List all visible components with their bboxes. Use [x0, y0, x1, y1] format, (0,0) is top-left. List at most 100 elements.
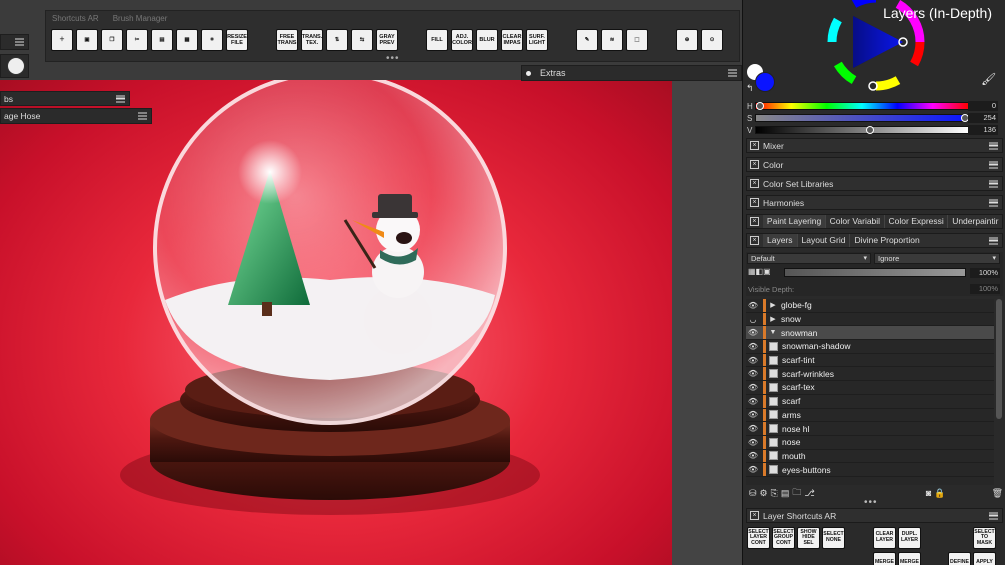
close-icon[interactable]: × [750, 141, 759, 150]
composite-select[interactable]: Ignore ▾ [874, 253, 1000, 264]
canvas-area[interactable]: Shortcuts AR Brush Manager ＋ ▣ ❐ ✂ ▤ ▦ ⌗… [0, 0, 742, 565]
tab-paint-layering[interactable]: Paint Layering [762, 215, 825, 228]
save-button[interactable]: ▣ [76, 29, 98, 51]
surf-light-button[interactable]: SURF. LIGHT [526, 29, 548, 51]
folder-icon[interactable]: 🗀 [792, 485, 801, 501]
new-group-icon[interactable]: ▤ [781, 488, 790, 499]
value-knob[interactable] [866, 126, 874, 134]
new-document-button[interactable]: ＋ [51, 29, 73, 51]
free-trans-button[interactable]: FREE TRANS [276, 29, 298, 51]
select-layer-cont-button[interactable]: SELECT LAYER CONT [747, 527, 770, 549]
new-layer-icon[interactable]: ⛁ [749, 488, 757, 499]
layer-row[interactable]: 👁 scarf-tex [746, 381, 994, 395]
hue-value[interactable]: 0 [968, 101, 998, 111]
menu-icon[interactable] [989, 161, 998, 168]
layer-row[interactable]: 👁 nose hl [746, 422, 994, 436]
menu-icon[interactable] [989, 237, 998, 244]
clear-layer-button[interactable]: CLEAR LAYER [873, 527, 896, 549]
merge-button[interactable]: MERGE [873, 552, 896, 565]
value-track[interactable] [755, 126, 969, 134]
flip-button[interactable]: ⇅ [326, 29, 348, 51]
close-icon[interactable]: × [750, 236, 759, 245]
menu-icon[interactable] [728, 69, 737, 77]
tab-shortcuts-ar[interactable]: Shortcuts AR [52, 14, 99, 23]
tab-divine-proportion[interactable]: Divine Proportion [849, 234, 923, 247]
dropper-icon[interactable]: 🖌 [981, 72, 996, 86]
zoom-100-button[interactable]: ⊙ [701, 29, 723, 51]
eye-icon[interactable]: 👁 [746, 438, 760, 447]
menu-icon[interactable] [989, 199, 998, 206]
tab-layout-grid[interactable]: Layout Grid [796, 234, 850, 247]
layer-row[interactable]: 👁 nose [746, 435, 994, 450]
blend-mode-select[interactable]: Default ▾ [747, 253, 871, 264]
panel-grip[interactable]: ••• [864, 497, 878, 508]
value-value[interactable]: 136 [968, 125, 998, 135]
layer-row[interactable]: 👁 scarf [746, 394, 994, 409]
layer-row[interactable]: 👁 ▶ globe-fg [746, 299, 994, 313]
menu-icon[interactable] [989, 512, 998, 519]
clear-impas-button[interactable]: CLEAR IMPAS [501, 29, 523, 51]
opacity-slider[interactable] [784, 268, 966, 277]
brush-button[interactable]: ✎ [576, 29, 598, 51]
menu-icon[interactable] [989, 180, 998, 187]
layer-list-scrollbar[interactable] [996, 299, 1002, 419]
select-to-mask-button[interactable]: SELECT TO MASK [973, 527, 996, 549]
layer-lock-icons[interactable]: ▦◧▣ [748, 267, 771, 276]
lock-icon[interactable]: 🔒 [934, 488, 945, 499]
menu-icon[interactable] [116, 95, 125, 102]
merge-button-2[interactable]: MERGE [898, 552, 921, 565]
crop-button[interactable]: ⌗ [201, 29, 223, 51]
docker-color-set-libraries[interactable]: × Color Set Libraries [746, 176, 1003, 191]
eye-icon[interactable]: 👁 [746, 328, 760, 337]
docker-color[interactable]: × Color [746, 157, 1003, 172]
blur-button[interactable]: BLUR [476, 29, 498, 51]
eye-closed-icon[interactable]: ◡ [746, 315, 760, 324]
saturation-slider[interactable]: S 254 [747, 113, 1002, 123]
eye-icon[interactable]: 👁 [746, 397, 760, 406]
tab-color-expression[interactable]: Color Expressi [883, 215, 948, 228]
select-group-cont-button[interactable]: SELECT GROUP CONT [772, 527, 795, 549]
opacity-value[interactable]: 100% [970, 268, 1000, 278]
mask-icon[interactable]: ◙ [926, 488, 931, 498]
brush-stroke-button[interactable]: ≋ [601, 29, 623, 51]
copy-layer-button[interactable]: ▤ [151, 29, 173, 51]
visible-depth-value[interactable]: 100% [970, 284, 1000, 294]
eye-icon[interactable]: 👁 [746, 465, 760, 474]
toolbar-grip[interactable]: ••• [386, 53, 400, 64]
apply-button[interactable]: APPLY [973, 552, 996, 565]
layer-row[interactable]: 👁 mouth [746, 449, 994, 464]
menu-icon[interactable] [989, 142, 998, 149]
layer-row[interactable]: 👁 scarf-tint [746, 353, 994, 368]
merge-icon[interactable]: ⎇ [804, 488, 814, 499]
tab-brush-manager[interactable]: Brush Manager [113, 14, 168, 23]
layer-row[interactable]: 👁 snowman-shadow [746, 340, 994, 354]
menu-icon[interactable] [138, 112, 147, 120]
docker-mixer[interactable]: × Mixer [746, 138, 1003, 153]
swap-colors-icon[interactable]: ↰ [746, 83, 754, 94]
saturation-track[interactable] [755, 114, 969, 122]
layer-row[interactable]: 👁 eyes-buttons [746, 463, 994, 477]
eye-icon[interactable]: 👁 [746, 410, 760, 419]
hue-slider[interactable]: H 0 [747, 101, 1002, 111]
copy-merged-button[interactable]: ❐ [101, 29, 123, 51]
eye-icon[interactable]: 👁 [746, 342, 760, 351]
artwork-canvas[interactable] [0, 80, 672, 565]
hue-knob[interactable] [756, 102, 764, 110]
menu-icon[interactable] [15, 38, 24, 46]
eye-icon[interactable]: 👁 [746, 383, 760, 392]
docker-harmonies[interactable]: × Harmonies [746, 195, 1003, 210]
trans-tex-button[interactable]: TRANS. TEX. [301, 29, 323, 51]
close-icon[interactable]: × [750, 160, 759, 169]
tab-underpainting[interactable]: Underpaintir [947, 215, 1002, 228]
hue-track[interactable] [755, 102, 969, 110]
fill-button[interactable]: FILL [426, 29, 448, 51]
eye-icon[interactable]: 👁 [746, 424, 760, 433]
resize-file-button[interactable]: RESIZE FILE [226, 29, 248, 51]
layer-shortcuts-panel[interactable]: × Layer Shortcuts AR [746, 508, 1003, 523]
close-icon[interactable]: × [750, 511, 759, 520]
left-mini-panel-brush[interactable] [0, 54, 29, 78]
eye-icon[interactable]: 👁 [746, 301, 760, 310]
caret-down-icon[interactable]: ▼ [769, 329, 777, 336]
layer-row[interactable]: ◡ ▶ snow [746, 312, 994, 327]
caret-right-icon[interactable]: ▶ [769, 301, 777, 309]
